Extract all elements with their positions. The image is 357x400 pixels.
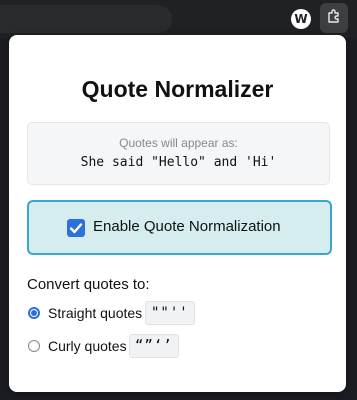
straight-quotes-sample: ""'': [145, 301, 195, 325]
curly-quotes-radio[interactable]: [28, 340, 40, 352]
straight-quotes-label[interactable]: Straight quotes: [48, 305, 142, 321]
preview-label: Quotes will appear as:: [119, 136, 238, 150]
page-title: Quote Normalizer: [81, 76, 274, 102]
profile-avatar-icon[interactable]: W: [291, 9, 311, 29]
extensions-button[interactable]: [320, 3, 348, 33]
preview-text: She said "Hello" and 'Hi': [80, 155, 277, 170]
browser-toolbar: W: [0, 0, 357, 38]
address-bar[interactable]: [0, 5, 172, 33]
enable-normalization-toggle[interactable]: Enable Quote Normalization: [27, 200, 332, 255]
checkmark-icon: [69, 223, 83, 234]
enable-label[interactable]: Enable Quote Normalization: [93, 218, 281, 235]
curly-quotes-sample: “”‘’: [129, 334, 179, 358]
enable-checkbox[interactable]: [67, 219, 85, 237]
quote-preview-box: Quotes will appear as: She said "Hello" …: [27, 122, 330, 185]
convert-label: Convert quotes to:: [27, 276, 150, 293]
extension-popup: Quote Normalizer Quotes will appear as: …: [9, 35, 346, 392]
curly-quotes-label[interactable]: Curly quotes: [48, 338, 127, 354]
straight-quotes-radio[interactable]: [28, 307, 40, 319]
extensions-puzzle-icon: [326, 8, 342, 28]
